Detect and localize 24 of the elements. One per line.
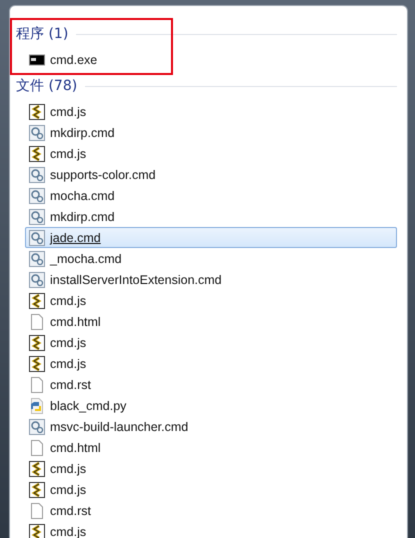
- result-item[interactable]: cmd.html: [25, 437, 397, 458]
- result-item[interactable]: black_cmd.py: [25, 395, 397, 416]
- result-item[interactable]: cmd.js: [25, 353, 397, 374]
- result-item[interactable]: supports-color.cmd: [25, 164, 397, 185]
- result-item[interactable]: cmd.js: [25, 521, 397, 538]
- result-item[interactable]: cmd.js: [25, 479, 397, 500]
- group-heading: 文件 (78): [16, 77, 78, 95]
- result-item[interactable]: jade.cmd: [25, 227, 397, 248]
- result-item[interactable]: cmd.js: [25, 101, 397, 122]
- result-item[interactable]: msvc-build-launcher.cmd: [25, 416, 397, 437]
- result-item[interactable]: cmd.html: [25, 311, 397, 332]
- result-item[interactable]: cmd.rst: [25, 500, 397, 521]
- result-item[interactable]: cmd.rst: [25, 374, 397, 395]
- result-item[interactable]: cmd.js: [25, 290, 397, 311]
- result-item[interactable]: mkdirp.cmd: [25, 206, 397, 227]
- result-item[interactable]: cmd.js: [25, 458, 397, 479]
- result-item[interactable]: cmd.js: [25, 332, 397, 353]
- result-item[interactable]: mocha.cmd: [25, 185, 397, 206]
- group-heading: 程序 (1): [16, 25, 68, 43]
- result-item[interactable]: installServerIntoExtension.cmd: [25, 269, 397, 290]
- result-item[interactable]: cmd.exe: [25, 49, 397, 70]
- result-item[interactable]: _mocha.cmd: [25, 248, 397, 269]
- result-item[interactable]: mkdirp.cmd: [25, 122, 397, 143]
- result-item[interactable]: cmd.js: [25, 143, 397, 164]
